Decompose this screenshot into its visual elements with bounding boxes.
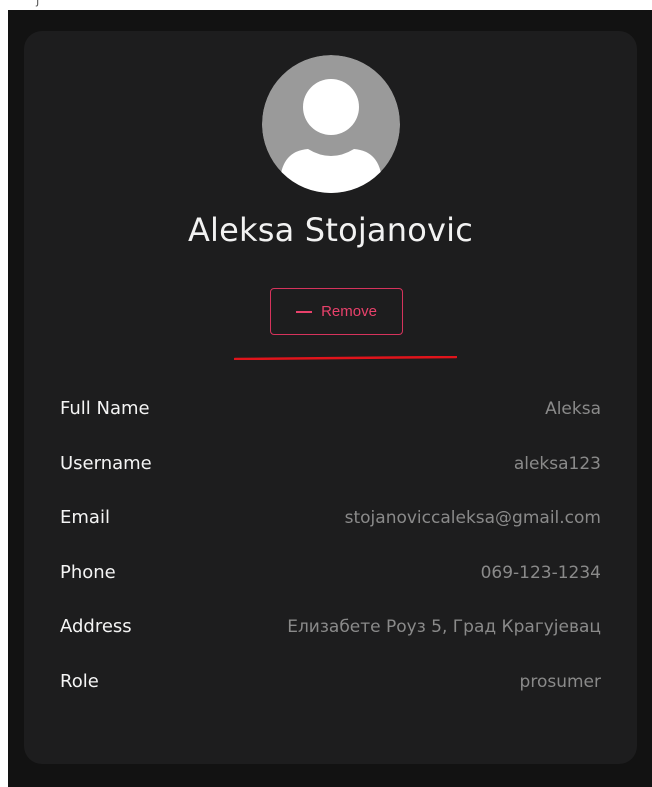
detail-label: Phone	[60, 561, 116, 583]
detail-row-email: Email stojanoviccaleksa@gmail.com	[60, 506, 601, 561]
remove-button[interactable]: Remove	[270, 288, 403, 335]
top-strip: j	[0, 0, 652, 10]
detail-value: Aleksa	[545, 399, 601, 419]
user-avatar-icon	[262, 55, 400, 193]
detail-value: prosumer	[519, 671, 601, 692]
active-underline	[234, 356, 457, 360]
profile-card: Aleksa Stojanovic Remove Full Name Aleks…	[24, 31, 637, 764]
detail-value: stojanoviccaleksa@gmail.com	[344, 508, 601, 528]
detail-value: 069-123-1234	[480, 562, 601, 583]
profile-name: Aleksa Stojanovic	[187, 211, 474, 249]
detail-row-phone: Phone 069-123-1234	[60, 561, 601, 616]
detail-row-role: Role prosumer	[60, 670, 601, 725]
detail-row-full-name: Full Name Aleksa	[60, 397, 601, 452]
detail-label: Address	[60, 616, 132, 637]
detail-label: Full Name	[60, 398, 150, 419]
detail-label: Role	[60, 670, 99, 692]
profile-details: Full Name Aleksa Username aleksa123 Emai…	[60, 397, 601, 724]
detail-value: aleksa123	[513, 453, 601, 474]
detail-value: Елизабете Роуз 5, Град Крагујевац	[287, 617, 601, 637]
detail-label: Email	[60, 507, 110, 528]
minus-icon	[296, 310, 313, 313]
clipped-text: j	[36, 0, 40, 7]
detail-row-address: Address Елизабете Роуз 5, Град Крагујева…	[60, 615, 601, 670]
remove-button-label: Remove	[321, 303, 377, 320]
detail-row-username: Username aleksa123	[60, 452, 601, 507]
detail-label: Username	[60, 452, 152, 474]
